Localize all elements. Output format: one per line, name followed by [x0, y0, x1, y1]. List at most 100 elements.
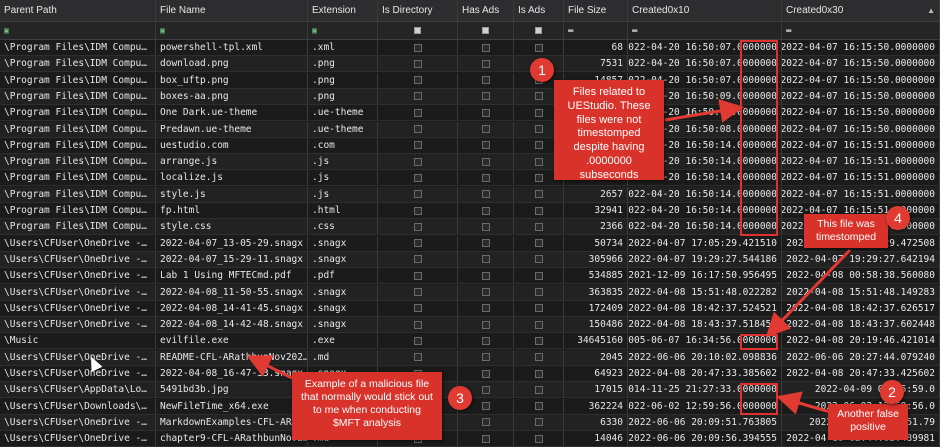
header-is-ads[interactable]: Is Ads	[514, 0, 564, 21]
checkbox[interactable]	[413, 157, 422, 166]
filter-has-ads[interactable]	[458, 22, 514, 39]
header-file-size[interactable]: File Size	[564, 0, 628, 21]
checkbox[interactable]	[534, 369, 543, 378]
checkbox[interactable]	[534, 43, 543, 52]
checkbox[interactable]	[534, 239, 543, 248]
checkbox[interactable]	[534, 190, 543, 199]
checkbox[interactable]	[534, 255, 543, 264]
checkbox[interactable]	[534, 304, 543, 313]
table-row[interactable]: \Users\CFUser\OneDrive -… 2022-04-08_16-4…	[0, 366, 940, 382]
table-row[interactable]: \Program Files\IDM Compu… fp.html .html 329…	[0, 203, 940, 219]
checkbox[interactable]	[481, 43, 490, 52]
checkbox[interactable]	[481, 141, 490, 150]
table-row[interactable]: \Program Files\IDM Compu… style.js .js 2657…	[0, 186, 940, 203]
checkbox[interactable]	[534, 108, 543, 117]
table-row[interactable]: \Program Files\IDM Compu… download.png .pn…	[0, 56, 940, 73]
checkbox[interactable]	[534, 434, 543, 443]
table-row[interactable]: \Program Files\IDM Compu… Predawn.ue-them…	[0, 121, 940, 138]
checkbox[interactable]	[481, 255, 490, 264]
table-row[interactable]: \Users\CFUser\OneDrive -… 2022-04-07_15-2…	[0, 251, 940, 268]
checkbox[interactable]	[534, 222, 543, 231]
filter-checkbox[interactable]	[482, 27, 489, 34]
checkbox[interactable]	[413, 320, 422, 329]
checkbox[interactable]	[481, 385, 490, 394]
checkbox[interactable]	[413, 288, 422, 296]
table-row[interactable]: \Program Files\IDM Compu… box_uftp.png .pn…	[0, 72, 940, 89]
table-row[interactable]: \Users\CFUser\OneDrive -… MarkdownExample…	[0, 414, 940, 431]
checkbox[interactable]	[413, 92, 422, 101]
table-row[interactable]: \Users\CFUser\OneDrive -… 2022-04-08_14-4…	[0, 317, 940, 334]
checkbox[interactable]	[413, 190, 422, 199]
filter-checkbox[interactable]	[535, 27, 542, 34]
filter-extension[interactable]: ▣	[308, 22, 378, 39]
checkbox[interactable]	[481, 288, 490, 296]
checkbox[interactable]	[481, 125, 490, 133]
table-row[interactable]: \Program Files\IDM Compu… One Dark.ue-the…	[0, 105, 940, 122]
table-row[interactable]: \Music evilfile.exe .exe 34645160 2005-06-07…	[0, 333, 940, 350]
table-row[interactable]: \Program Files\IDM Compu… boxes-aa.png .pn…	[0, 88, 940, 105]
checkbox[interactable]	[481, 173, 490, 182]
checkbox[interactable]	[481, 206, 490, 215]
filter-is-ads[interactable]	[514, 22, 564, 39]
checkbox[interactable]	[481, 304, 490, 313]
table-row[interactable]: \Users\CFUser\OneDrive -… 2022-04-08_14-4…	[0, 300, 940, 317]
table-row[interactable]: \Program Files\IDM Compu… style.css .css 23…	[0, 219, 940, 236]
header-is-directory[interactable]: Is Directory	[378, 0, 458, 21]
checkbox[interactable]	[413, 173, 422, 182]
table-row[interactable]: \Users\CFUser\OneDrive -… Lab 1 Using MFT…	[0, 268, 940, 285]
checkbox[interactable]	[481, 108, 490, 117]
checkbox[interactable]	[413, 271, 422, 280]
filter-created-0x30[interactable]: ▬	[782, 22, 940, 39]
checkbox[interactable]	[413, 336, 422, 345]
checkbox[interactable]	[534, 353, 543, 362]
checkbox[interactable]	[534, 320, 543, 329]
checkbox[interactable]	[481, 92, 490, 101]
checkbox[interactable]	[534, 385, 543, 394]
table-row[interactable]: \Program Files\IDM Compu… uestudio.com .co…	[0, 137, 940, 154]
checkbox[interactable]	[481, 157, 490, 166]
table-row[interactable]: \Program Files\IDM Compu… arrange.js .js 20…	[0, 154, 940, 171]
checkbox[interactable]	[534, 402, 543, 411]
checkbox[interactable]	[481, 434, 490, 443]
checkbox[interactable]	[534, 288, 543, 296]
checkbox[interactable]	[413, 239, 422, 248]
table-row[interactable]: \Users\CFUser\OneDrive -… README-CFL-ARat…	[0, 349, 940, 366]
checkbox[interactable]	[413, 206, 422, 215]
filter-file-name[interactable]: ▣	[156, 22, 308, 39]
checkbox[interactable]	[413, 304, 422, 313]
checkbox[interactable]	[413, 76, 422, 85]
table-row[interactable]: \Users\CFUser\OneDrive -… 2022-04-07_13-0…	[0, 235, 940, 252]
checkbox[interactable]	[481, 190, 490, 199]
checkbox[interactable]	[534, 141, 543, 150]
checkbox[interactable]	[534, 173, 543, 182]
table-row[interactable]: \Program Files\IDM Compu… powershell-tpl.…	[0, 40, 940, 56]
filter-is-directory[interactable]	[378, 22, 458, 39]
checkbox[interactable]	[534, 125, 543, 133]
checkbox[interactable]	[413, 59, 422, 68]
checkbox[interactable]	[481, 76, 490, 85]
checkbox[interactable]	[534, 92, 543, 101]
checkbox[interactable]	[534, 336, 543, 345]
checkbox[interactable]	[534, 206, 543, 215]
checkbox[interactable]	[481, 336, 490, 345]
checkbox[interactable]	[481, 239, 490, 248]
checkbox[interactable]	[481, 369, 490, 378]
header-file-name[interactable]: File Name	[156, 0, 308, 21]
filter-parent-path[interactable]: ▣	[0, 22, 156, 39]
checkbox[interactable]	[481, 320, 490, 329]
checkbox[interactable]	[481, 222, 490, 231]
filter-checkbox[interactable]	[414, 27, 421, 34]
checkbox[interactable]	[534, 157, 543, 166]
checkbox[interactable]	[481, 402, 490, 411]
header-created-0x10[interactable]: Created0x10	[628, 0, 782, 21]
table-row[interactable]: \Users\CFUser\OneDrive -… 2022-04-08_11-5…	[0, 284, 940, 301]
checkbox[interactable]	[413, 255, 422, 264]
checkbox[interactable]	[481, 271, 490, 280]
checkbox[interactable]	[413, 108, 422, 117]
filter-created-0x10[interactable]: ▬	[628, 22, 782, 39]
checkbox[interactable]	[481, 59, 490, 68]
checkbox[interactable]	[534, 271, 543, 280]
header-created-0x30[interactable]: Created0x30 ▲	[782, 0, 940, 21]
checkbox[interactable]	[534, 418, 543, 427]
checkbox[interactable]	[481, 353, 490, 362]
